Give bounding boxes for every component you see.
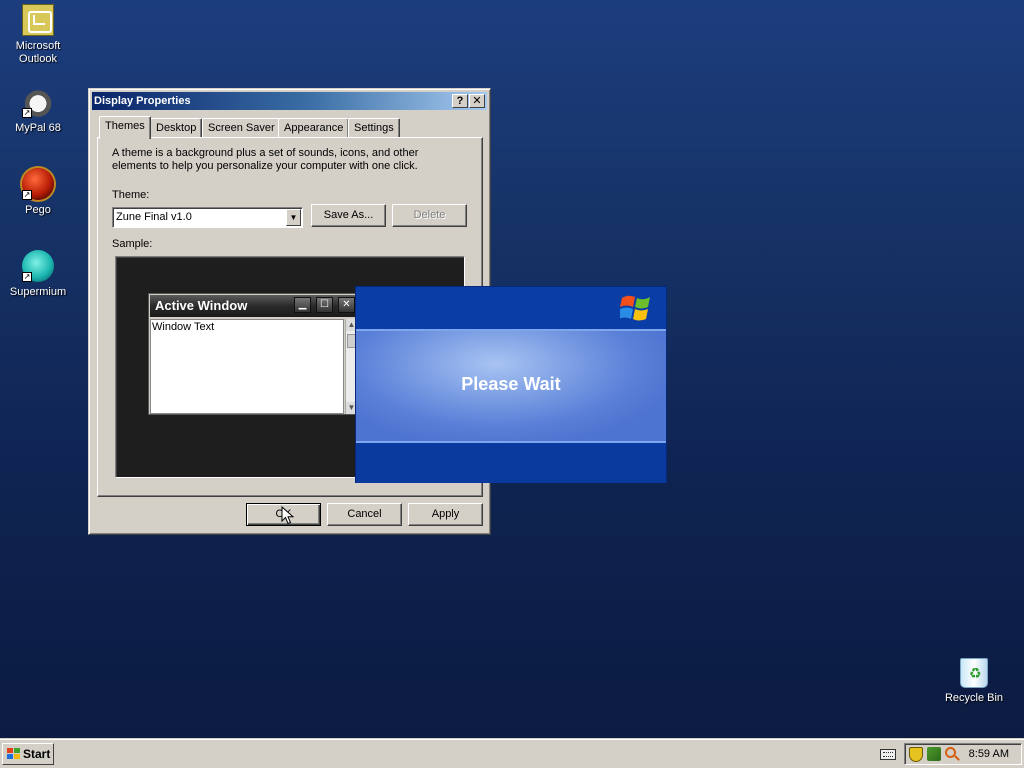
please-wait-body: Please Wait	[356, 329, 666, 443]
preview-window-title: Active Window	[155, 298, 248, 313]
desktop-icon-pego[interactable]: ↗ Pego	[0, 168, 76, 217]
help-button[interactable]: ?	[452, 94, 468, 108]
preview-window-text: Window Text	[152, 321, 215, 333]
shortcut-arrow-icon: ↗	[22, 272, 32, 282]
please-wait-footer	[356, 443, 666, 483]
desktop-icon-label: Pego	[25, 204, 51, 216]
mypal-icon: ↗	[22, 86, 54, 118]
desktop-icon-label: Supermium	[9, 286, 67, 298]
desktop-icon-label: MyPal 68	[15, 122, 61, 134]
start-button[interactable]: Start	[2, 743, 54, 765]
supermium-icon: ↗	[22, 250, 54, 282]
mouse-cursor-icon	[281, 506, 295, 525]
please-wait-text: Please Wait	[461, 374, 561, 394]
save-as-button[interactable]: Save As...	[311, 204, 386, 227]
cancel-button[interactable]: Cancel	[327, 503, 402, 526]
please-wait-header	[356, 287, 666, 329]
sample-label: Sample:	[112, 238, 153, 250]
chevron-down-icon[interactable]: ▼	[286, 209, 301, 226]
desktop-icon-label: Microsoft Outlook	[15, 40, 61, 65]
taskbar: Start 8:59 AM	[0, 738, 1024, 768]
search-icon-handle	[954, 755, 960, 761]
desktop-icon-mypal[interactable]: ↗ MyPal 68	[0, 86, 76, 135]
system-tray: 8:59 AM	[904, 743, 1022, 765]
preview-window-body: Window Text	[150, 319, 344, 414]
tab-themes[interactable]: Themes	[99, 116, 151, 139]
theme-label: Theme:	[112, 189, 150, 201]
windows-logo-icon	[620, 295, 650, 321]
delete-button: Delete	[392, 204, 467, 227]
title-bar[interactable]: Display Properties ? ✕	[92, 92, 487, 110]
theme-description: A theme is a background plus a set of so…	[112, 147, 419, 172]
shortcut-arrow-icon: ↗	[22, 190, 32, 200]
desktop-icon-supermium[interactable]: ↗ Supermium	[0, 250, 76, 299]
keyboard-icon[interactable]	[880, 749, 896, 760]
tab-desktop[interactable]: Desktop	[150, 118, 203, 138]
window-title: Display Properties	[94, 95, 191, 107]
tab-appearance[interactable]: Appearance	[278, 118, 350, 138]
recycle-bin-icon: ♻	[960, 658, 988, 688]
preview-active-window: Active Window ▁ ☐ ✕ Window Text ▲ ▼	[148, 293, 360, 415]
start-label: Start	[23, 747, 51, 761]
desktop-icon-label: Recycle Bin	[944, 692, 1004, 704]
maximize-icon: ☐	[316, 297, 333, 313]
desktop-icon-recycle-bin[interactable]: ♻ Recycle Bin	[936, 658, 1012, 705]
outlook-icon	[22, 4, 54, 36]
tab-settings[interactable]: Settings	[348, 118, 400, 138]
windows-flag-icon	[7, 748, 20, 759]
clock[interactable]: 8:59 AM	[969, 744, 1009, 764]
theme-select[interactable]: Zune Final v1.0 ▼	[112, 207, 303, 228]
network-icon[interactable]	[927, 747, 941, 761]
desktop-icon-outlook[interactable]: Microsoft Outlook	[0, 4, 76, 66]
close-icon: ✕	[338, 297, 355, 313]
apply-button[interactable]: Apply	[408, 503, 483, 526]
security-shield-icon[interactable]	[909, 747, 923, 762]
minimize-icon: ▁	[294, 297, 311, 313]
shortcut-arrow-icon: ↗	[22, 108, 32, 118]
please-wait-dialog: Please Wait	[355, 286, 667, 483]
tab-screen-saver[interactable]: Screen Saver	[202, 118, 281, 138]
close-button[interactable]: ✕	[469, 94, 485, 108]
theme-select-value: Zune Final v1.0	[116, 211, 192, 223]
pego-icon: ↗	[22, 168, 54, 200]
